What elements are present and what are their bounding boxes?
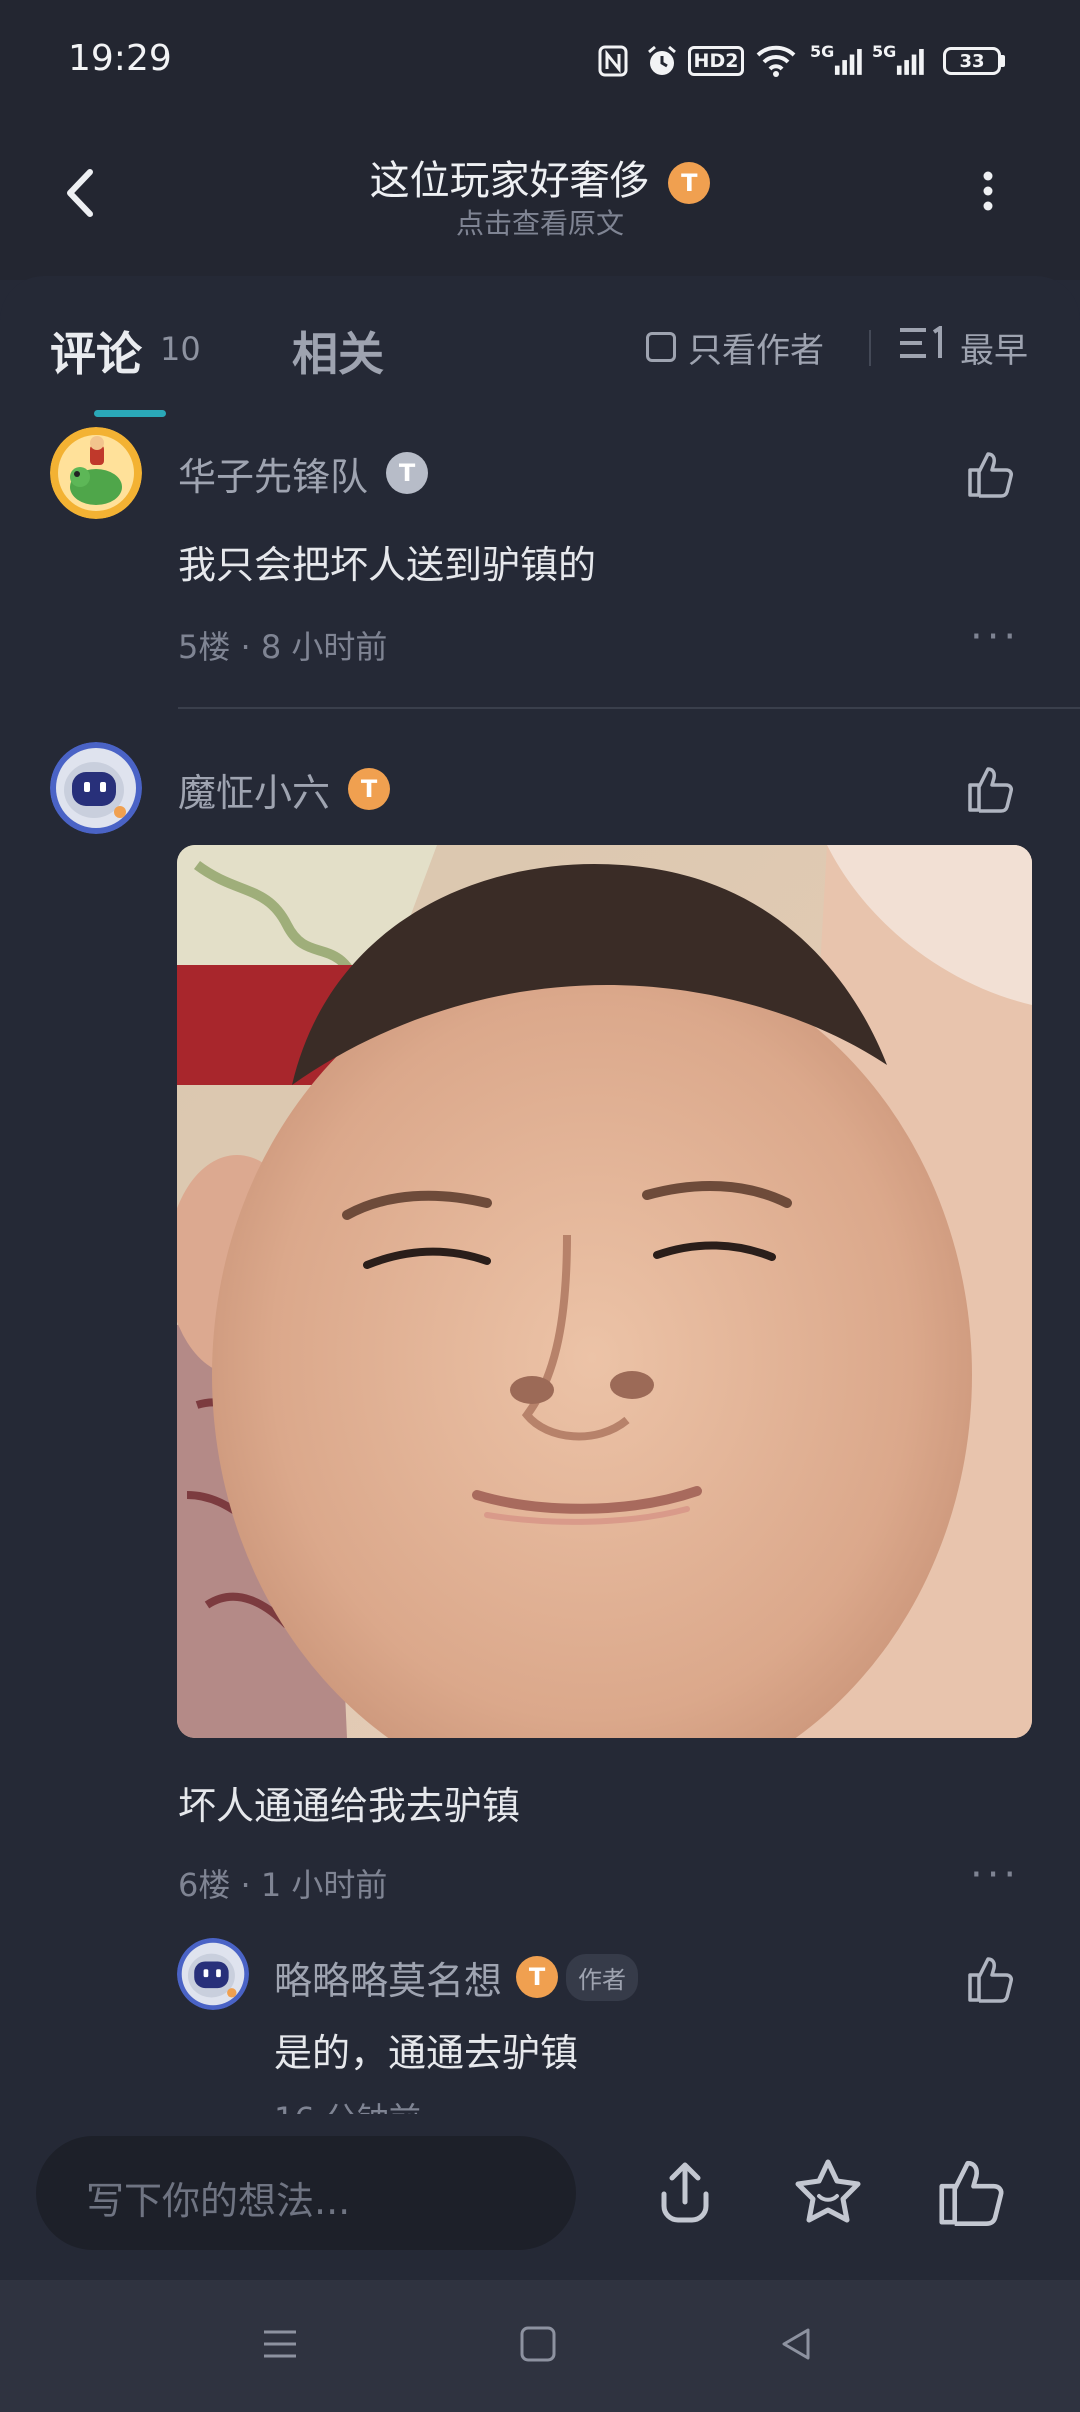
like-icon[interactable]	[966, 450, 1016, 498]
divider	[869, 330, 871, 366]
active-tab-indicator	[94, 410, 166, 417]
battery-level: 33	[943, 47, 1001, 75]
tab-related[interactable]: 相关	[292, 318, 384, 384]
author-only-toggle[interactable]: 只看作者	[646, 324, 824, 371]
level-badge: T	[668, 162, 711, 204]
like-icon[interactable]	[966, 1955, 1016, 2003]
avatar[interactable]	[50, 742, 142, 834]
view-original-link[interactable]: 点击查看原文	[0, 202, 1080, 242]
level-badge: T	[348, 768, 391, 810]
checkbox-icon	[646, 332, 676, 362]
username[interactable]: 略略略莫名想	[274, 1950, 502, 2005]
comment-text: 坏人通通给我去驴镇	[178, 1784, 521, 1828]
avatar[interactable]	[177, 1938, 249, 2010]
username[interactable]: 华子先锋队	[178, 446, 368, 501]
home-icon[interactable]	[518, 2324, 558, 2364]
comment-image[interactable]	[177, 845, 1032, 1738]
author-only-label: 只看作者	[688, 330, 824, 371]
share-icon[interactable]	[650, 2158, 720, 2228]
sort-button[interactable]: 最早	[900, 323, 1028, 371]
like-icon[interactable]	[966, 765, 1016, 813]
comment-meta: 6楼 · 1 小时前	[178, 1866, 388, 1904]
sort-icon	[900, 323, 946, 369]
more-horizontal-icon[interactable]: ···	[970, 1852, 1020, 1898]
sort-label: 最早	[960, 330, 1028, 371]
hd-icon: HD2	[687, 44, 745, 78]
more-horizontal-icon[interactable]: ···	[970, 614, 1020, 660]
battery-icon: 33	[940, 44, 1008, 78]
avatar[interactable]	[50, 427, 142, 519]
wifi-icon	[754, 44, 798, 78]
comment-header: 华子先锋队 T	[178, 446, 429, 501]
favorite-star-icon[interactable]	[792, 2156, 864, 2228]
post-title: 这位玩家好奢侈	[369, 158, 650, 204]
username[interactable]: 魔怔小六	[178, 762, 330, 817]
nfc-icon	[596, 44, 630, 78]
more-vertical-icon[interactable]	[968, 168, 1008, 214]
hd-label: HD2	[687, 46, 745, 76]
reply-header: 略略略莫名想 T 作者	[274, 1950, 639, 2005]
author-tag: 作者	[566, 1953, 639, 2001]
level-badge: T	[516, 1956, 559, 1998]
back-nav-icon[interactable]	[776, 2324, 816, 2364]
alarm-icon	[644, 44, 680, 78]
reply-text: 是的，通通去驴镇	[274, 2031, 579, 2075]
like-post-icon[interactable]	[936, 2156, 1008, 2228]
reply-meta: 16 分钟前	[274, 2094, 421, 2114]
comment-divider	[178, 707, 1080, 709]
status-time: 19:29	[68, 38, 172, 79]
level-badge: T	[386, 452, 429, 494]
comment-text: 我只会把坏人送到驴镇的	[178, 543, 597, 587]
post-title-link[interactable]: 这位玩家好奢侈 T	[0, 148, 1080, 206]
signal-5g-icon: 5G	[872, 42, 924, 78]
menu-icon[interactable]	[260, 2324, 300, 2364]
comments-count: 10	[160, 330, 201, 368]
comment-meta: 5楼 · 8 小时前	[178, 628, 388, 666]
comment-header: 魔怔小六 T	[178, 762, 391, 817]
signal-5g-icon: 5G	[810, 42, 862, 78]
tab-comments[interactable]: 评论	[50, 318, 142, 384]
comment-input-placeholder: 写下你的想法...	[86, 2179, 351, 2223]
